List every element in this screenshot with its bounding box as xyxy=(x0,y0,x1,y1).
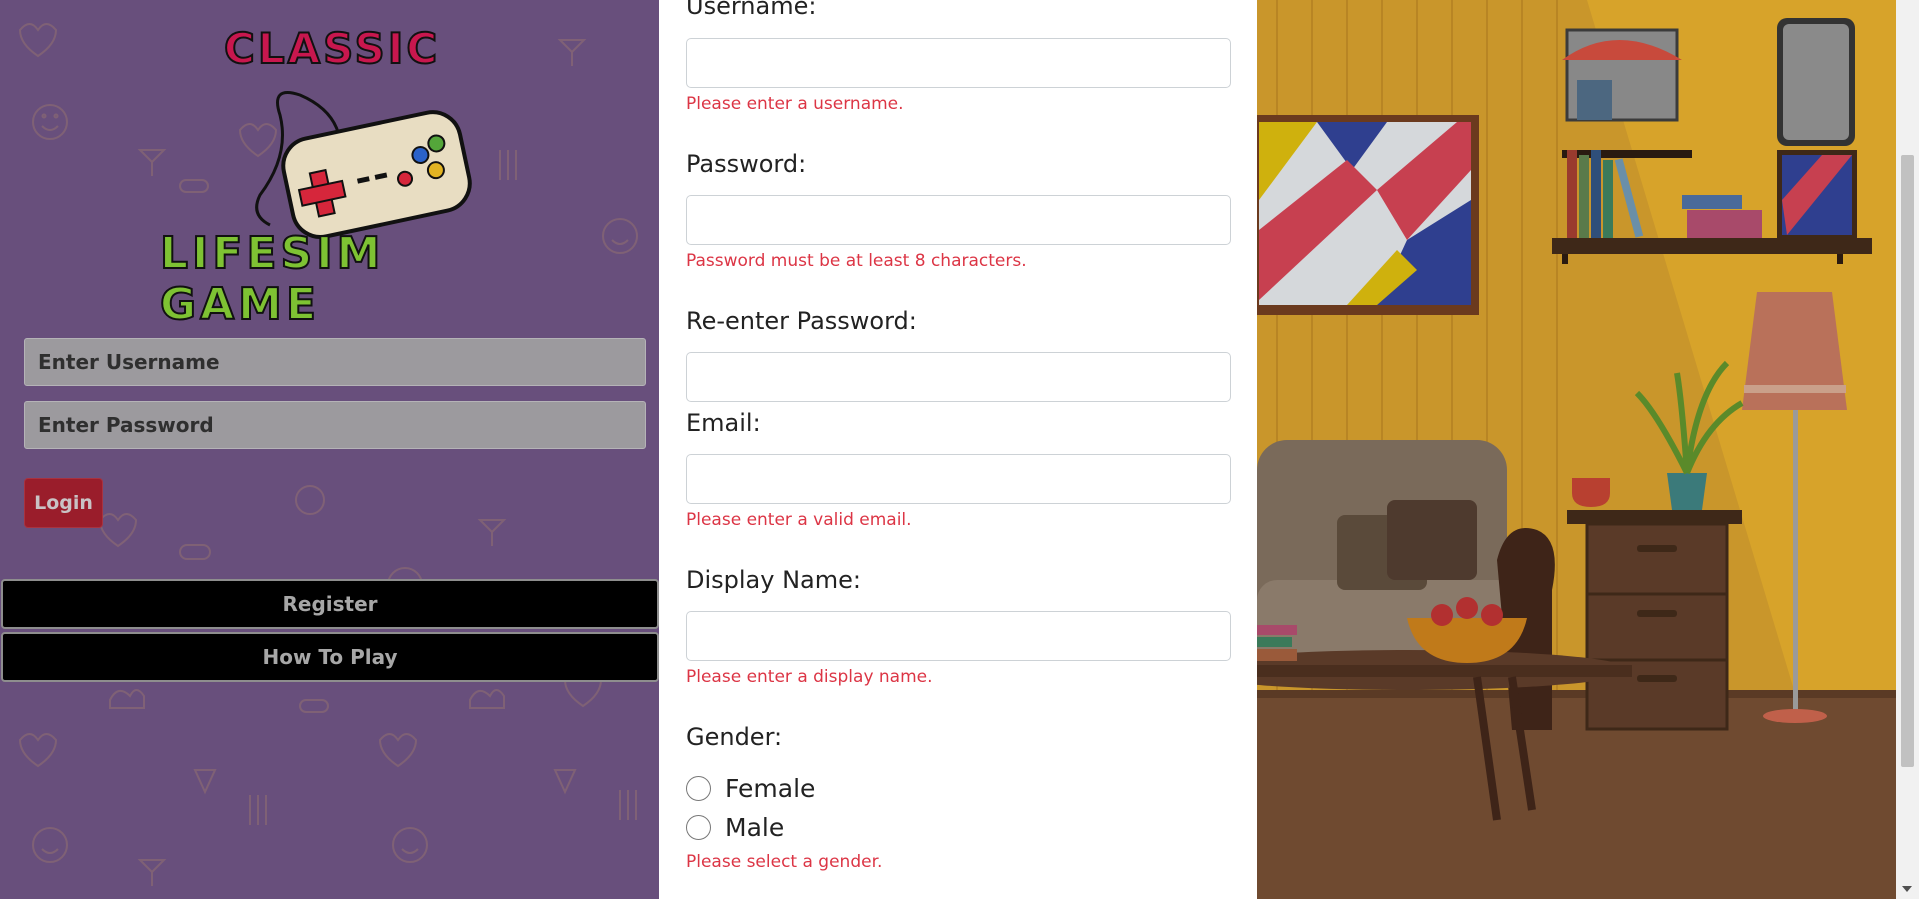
female-radio[interactable] xyxy=(686,775,711,801)
username-error: Please enter a username. xyxy=(686,94,904,114)
login-panel: CLASSIC LIFESIM GAME Login Register How … xyxy=(0,0,659,899)
scroll-down-arrow-icon[interactable] xyxy=(1902,886,1912,892)
page-scrollbar[interactable] xyxy=(1896,0,1919,899)
scrollbar-thumb[interactable] xyxy=(1901,155,1914,767)
how-to-play-button[interactable]: How To Play xyxy=(1,632,659,682)
gamepad-icon xyxy=(255,91,472,239)
reenter-password-field[interactable] xyxy=(686,352,1231,402)
reenter-password-label: Re-enter Password: xyxy=(686,307,917,335)
display-name-field[interactable] xyxy=(686,611,1231,661)
username-label: Username: xyxy=(686,0,817,20)
email-error: Please enter a valid email. xyxy=(686,510,912,530)
gender-error: Please select a gender. xyxy=(686,852,883,872)
gender-option-female[interactable]: Female xyxy=(686,773,815,803)
register-password-field[interactable] xyxy=(686,195,1231,245)
logo-title-bottom: LIFESIM GAME xyxy=(159,227,385,331)
register-username-field[interactable] xyxy=(686,38,1231,88)
register-button[interactable]: Register xyxy=(1,579,659,629)
email-field[interactable] xyxy=(686,454,1231,504)
register-modal: Username: Please enter a username. Passw… xyxy=(659,0,1257,899)
gender-label: Gender: xyxy=(686,723,783,751)
login-button[interactable]: Login xyxy=(24,478,103,528)
email-label: Email: xyxy=(686,409,761,437)
password-error: Password must be at least 8 characters. xyxy=(686,251,1027,271)
female-label: Female xyxy=(725,773,816,803)
display-name-label: Display Name: xyxy=(686,566,861,594)
logo-title-top: CLASSIC xyxy=(223,23,441,74)
male-label: Male xyxy=(725,812,785,842)
password-label: Password: xyxy=(686,150,807,178)
gender-option-male[interactable]: Male xyxy=(686,812,784,842)
display-name-error: Please enter a display name. xyxy=(686,667,933,687)
game-logo: CLASSIC LIFESIM GAME xyxy=(150,20,530,331)
room-illustration xyxy=(1257,0,1896,899)
password-input[interactable] xyxy=(24,401,646,449)
username-input[interactable] xyxy=(24,338,646,386)
male-radio[interactable] xyxy=(686,814,711,840)
